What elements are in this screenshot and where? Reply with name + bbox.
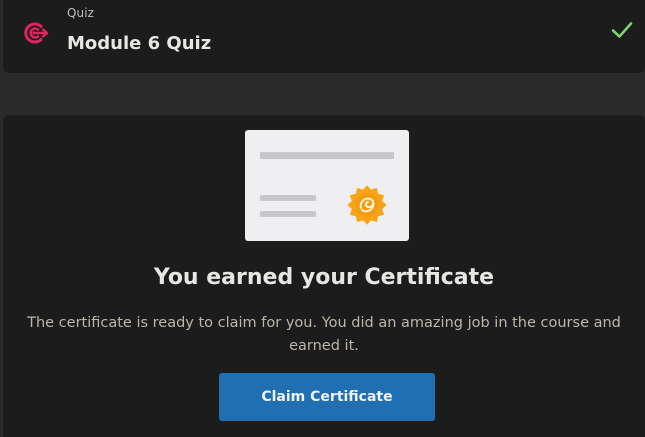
certificate-illustration <box>245 130 409 241</box>
quiz-title: Module 6 Quiz <box>67 33 212 54</box>
target-icon <box>24 22 49 44</box>
certificate-placeholder-line <box>260 152 394 159</box>
certificate-placeholder-line <box>260 211 316 217</box>
certificate-placeholder-line <box>260 195 316 201</box>
seal-icon <box>347 185 387 225</box>
section-gap <box>0 73 645 115</box>
certificate-card: You earned your Certificate The certific… <box>3 115 645 437</box>
quiz-kicker-label: Quiz <box>67 6 95 20</box>
certificate-heading: You earned your Certificate <box>153 265 495 290</box>
certificate-description: The certificate is ready to claim for yo… <box>27 315 621 354</box>
check-icon <box>611 22 633 38</box>
quiz-header-card: Quiz Module 6 Quiz <box>3 0 645 73</box>
claim-certificate-button[interactable]: Claim Certificate <box>219 373 435 421</box>
